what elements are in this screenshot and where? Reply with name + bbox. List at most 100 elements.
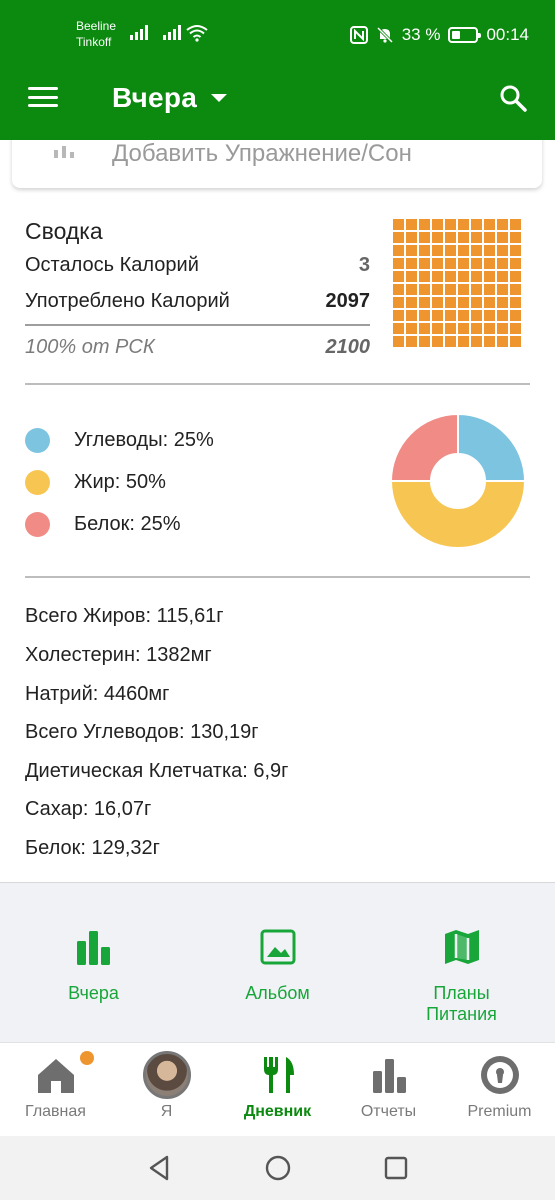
fork-knife-icon xyxy=(263,1057,294,1093)
rdi-label: 100% от РСК xyxy=(25,336,155,358)
date-label: Вчера xyxy=(112,82,198,113)
hamburger-menu-icon[interactable] xyxy=(26,84,60,110)
macro-legend-carbs: Углеводы: 25% xyxy=(25,425,214,455)
image-icon xyxy=(260,929,295,965)
waffle-cell xyxy=(432,297,443,308)
nav-premium[interactable]: Premium xyxy=(444,1043,555,1137)
waffle-cell xyxy=(497,232,508,243)
nutrient-total-fat: Всего Жиров: 115,61г xyxy=(25,605,224,627)
waffle-cell xyxy=(458,323,469,334)
donut-slice-fat xyxy=(389,480,527,549)
remaining-label: Осталось Калорий xyxy=(25,254,199,276)
bar-chart-icon xyxy=(76,931,110,965)
waffle-cell xyxy=(458,232,469,243)
waffle-cell xyxy=(497,258,508,269)
waffle-cell xyxy=(458,245,469,256)
legend-dot-protein xyxy=(25,511,50,537)
exercise-icon xyxy=(48,140,84,160)
waffle-cell xyxy=(484,219,495,230)
macro-label-carbs: Углеводы: 25% xyxy=(74,428,214,451)
waffle-cell xyxy=(510,219,521,230)
waffle-cell xyxy=(393,219,404,230)
waffle-cell xyxy=(445,258,456,269)
waffle-cell xyxy=(406,323,417,334)
app-bar: Вчера xyxy=(0,56,555,140)
waffle-cell xyxy=(406,284,417,295)
status-right: 33 % 00:14 xyxy=(349,24,529,46)
nav-reports[interactable]: Отчеты xyxy=(333,1043,444,1137)
bottom-navigation: Главная Я Дневник Отчеты Premium xyxy=(0,1042,555,1136)
waffle-cell xyxy=(406,245,417,256)
waffle-cell xyxy=(471,336,482,347)
calorie-waffle-chart xyxy=(393,219,532,358)
divider xyxy=(25,383,530,385)
macro-label-fat: Жир: 50% xyxy=(74,470,166,493)
status-bar: Beeline Tinkoff 33 % 00:14 xyxy=(0,0,555,56)
nutrient-protein: Белок: 129,32г xyxy=(25,837,160,859)
waffle-cell xyxy=(458,310,469,321)
carrier-2: Tinkoff xyxy=(76,35,112,49)
waffle-cell xyxy=(419,310,430,321)
waffle-cell xyxy=(471,245,482,256)
waffle-cell xyxy=(432,232,443,243)
waffle-cell xyxy=(510,336,521,347)
waffle-cell xyxy=(445,323,456,334)
nutrient-sodium: Натрий: 4460мг xyxy=(25,683,170,705)
shortcut-label-line: Планы Питания xyxy=(426,983,497,1024)
waffle-cell xyxy=(510,297,521,308)
waffle-cell xyxy=(432,310,443,321)
waffle-cell xyxy=(445,284,456,295)
shortcut-label: Вчера xyxy=(68,983,119,1003)
waffle-cell xyxy=(393,336,404,347)
date-dropdown[interactable]: Вчера xyxy=(112,80,228,116)
waffle-cell xyxy=(445,310,456,321)
search-icon[interactable] xyxy=(499,84,527,112)
waffle-cell xyxy=(406,258,417,269)
waffle-cell xyxy=(497,297,508,308)
nav-me[interactable]: Я xyxy=(111,1043,222,1137)
waffle-cell xyxy=(471,219,482,230)
waffle-cell xyxy=(497,284,508,295)
system-navigation-bar xyxy=(0,1136,555,1200)
nav-label: Дневник xyxy=(243,1103,312,1120)
waffle-cell xyxy=(393,271,404,282)
waffle-cell xyxy=(445,336,456,347)
waffle-cell xyxy=(471,271,482,282)
back-icon[interactable] xyxy=(145,1154,173,1182)
waffle-cell xyxy=(432,245,443,256)
waffle-cell xyxy=(510,310,521,321)
nav-diary[interactable]: Дневник xyxy=(222,1043,333,1137)
shortcut-meal-plans[interactable]: Планы Питания xyxy=(369,883,554,1043)
waffle-cell xyxy=(406,271,417,282)
waffle-cell xyxy=(393,297,404,308)
waffle-cell xyxy=(484,336,495,347)
wifi-icon xyxy=(186,25,208,42)
battery-percent: 33 % xyxy=(401,25,441,44)
nutrient-sugar: Сахар: 16,07г xyxy=(25,798,152,820)
carrier-1: Beeline xyxy=(76,19,117,33)
waffle-cell xyxy=(419,219,430,230)
shortcut-panel: Вчера Альбом Планы Питания xyxy=(0,882,555,1042)
waffle-cell xyxy=(432,219,443,230)
summary-title: Сводка xyxy=(25,218,103,244)
waffle-cell xyxy=(445,297,456,308)
waffle-cell xyxy=(419,258,430,269)
shortcut-yesterday[interactable]: Вчера xyxy=(1,883,186,1043)
waffle-cell xyxy=(445,232,456,243)
nav-home[interactable]: Главная xyxy=(0,1043,111,1137)
nfc-icon xyxy=(349,26,368,44)
waffle-cell xyxy=(484,284,495,295)
signal-icon xyxy=(163,24,181,40)
recents-icon[interactable] xyxy=(382,1154,410,1182)
home-circle-icon[interactable] xyxy=(264,1154,292,1182)
waffle-cell xyxy=(471,323,482,334)
waffle-cell xyxy=(406,297,417,308)
remaining-row: Осталось Калорий 3 xyxy=(25,254,370,277)
waffle-cell xyxy=(484,232,495,243)
shortcut-album[interactable]: Альбом xyxy=(185,883,370,1043)
nav-label: Главная xyxy=(25,1103,86,1120)
waffle-cell xyxy=(419,271,430,282)
shortcut-label: Планы Питания xyxy=(369,983,554,1025)
waffle-cell xyxy=(497,336,508,347)
waffle-cell xyxy=(510,232,521,243)
